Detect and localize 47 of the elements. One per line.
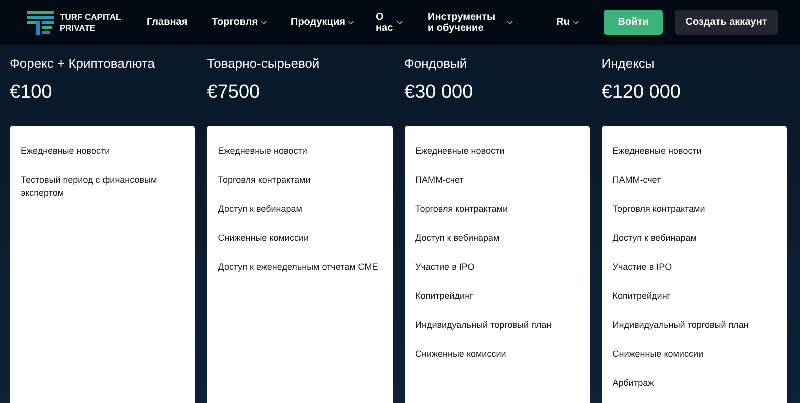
feature-text: Торговля контрактами	[612, 203, 706, 216]
feature-text: Доступ к вебинарам	[612, 232, 698, 245]
plan-price: €30 000	[404, 82, 474, 104]
chevron-down-icon	[348, 20, 354, 24]
nav-link[interactable]: Торговля	[212, 17, 291, 28]
feature-text: Доступ к вебинарам	[218, 203, 304, 216]
language-selector[interactable]: Ru	[556, 15, 579, 30]
plan-price: €7500	[207, 82, 262, 104]
feature-text: Участие в IPO	[612, 261, 674, 274]
chevron-down-icon	[507, 20, 513, 24]
feature-text: Торговля контрактами	[416, 203, 510, 216]
logo-text: PRIVATE	[60, 22, 97, 34]
feature-text: Участие в IPO	[416, 261, 476, 274]
plan-title: Форекс + Криптовалюта	[10, 56, 156, 71]
feature-text: Индивидуальный торговый план	[416, 319, 553, 332]
feature-text: Копитрейдинг	[416, 290, 474, 303]
feature-text: Ежедневные новости	[21, 145, 112, 158]
feature-text: ПАММ-счет	[416, 174, 465, 187]
nav-link[interactable]: О нас	[376, 12, 428, 34]
feature-text: Тестовый период с финансовым экспертом	[21, 174, 158, 200]
feature-text: ПАММ-счет	[612, 174, 662, 187]
feature-text: Сниженные комиссии	[416, 348, 508, 361]
plan-title: Индексы	[602, 56, 656, 71]
nav-link[interactable]: Главная	[147, 17, 212, 28]
feature-text: Индивидуальный торговый план	[612, 319, 750, 332]
feature-text: Сниженные комиссии	[218, 232, 310, 245]
feature-text: Доступ к еженедельным отчетам CME	[218, 261, 380, 274]
feature-text: Копитрейдинг	[612, 290, 672, 303]
plan-price: €100	[10, 82, 54, 104]
logo-icon[interactable]	[27, 10, 54, 34]
feature-text: Сниженные комиссии	[612, 348, 705, 361]
plan-title: Фондовый	[404, 56, 468, 71]
feature-text: Арбитраж	[612, 377, 656, 390]
nav-link[interactable]: Инструменты и обучение	[428, 12, 538, 34]
nav-link[interactable]: Продукция	[291, 17, 376, 28]
create-account-button[interactable]: Создать аккаунт	[675, 10, 778, 35]
feature-text: Торговля контрактами	[218, 174, 312, 187]
chevron-down-icon	[573, 20, 579, 24]
plan-price: €120 000	[602, 82, 682, 104]
feature-text: Ежедневные новости	[612, 145, 703, 158]
logo-text: TURF CAPITAL	[60, 12, 122, 22]
feature-text: Ежедневные новости	[416, 145, 506, 158]
feature-text: Ежедневные новости	[218, 145, 308, 158]
feature-text: Доступ к вебинарам	[416, 232, 501, 245]
chevron-down-icon	[397, 20, 403, 24]
chevron-down-icon	[261, 20, 268, 24]
plan-title: Товарно-сырьевой	[207, 56, 321, 71]
